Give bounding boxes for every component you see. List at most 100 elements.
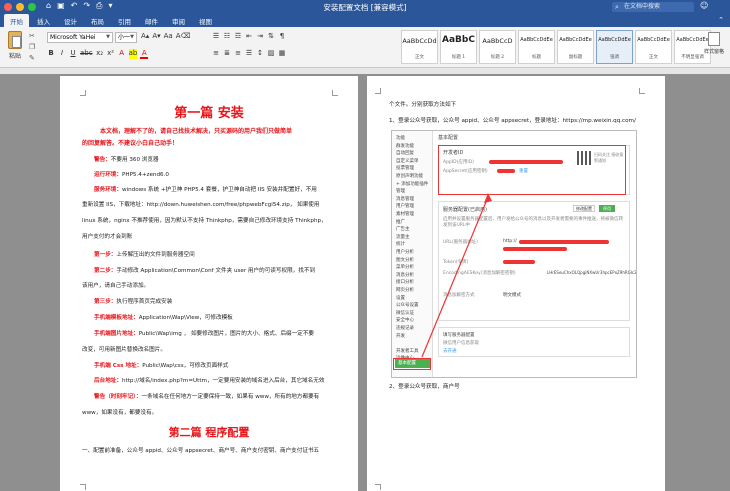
search-icon: ⌕ (615, 3, 619, 11)
crop-mark (80, 90, 86, 96)
clear-format-icon[interactable]: A⌫ (176, 32, 191, 40)
justify-icon[interactable]: ☰ (245, 49, 253, 57)
tab-references[interactable]: 引用 (112, 14, 137, 27)
style-card[interactable]: AaBbC 标题 1 (440, 30, 477, 64)
tab-view[interactable]: 视图 (193, 14, 218, 27)
change-case-icon[interactable]: Aa (164, 32, 173, 40)
shading-icon[interactable]: ▨ (267, 49, 275, 57)
tab-mailings[interactable]: 邮件 (139, 14, 164, 27)
multilevel-list-icon[interactable]: ☲ (234, 32, 242, 40)
borders-icon[interactable]: ▦ (278, 49, 286, 57)
wechat-config-screenshot: 功能 群发功能 自动回复 自定义菜单 投票管理 原创声明功能 + 添加功能插件 管理 消息管理用… (391, 130, 637, 378)
style-card[interactable]: AaBbCcDd 正文 (401, 30, 438, 64)
home-icon[interactable]: ⌂ (46, 1, 51, 11)
collapse-ribbon-icon[interactable]: ⌃ (718, 16, 724, 24)
save-icon[interactable]: ▣ (57, 1, 65, 11)
highlight-icon[interactable]: ab (128, 49, 138, 59)
tab-layout[interactable]: 布局 (85, 14, 110, 27)
print-icon[interactable]: ⎙ (96, 1, 102, 11)
sort-icon[interactable]: ⇅ (267, 32, 275, 40)
style-card[interactable]: AaBbCcDdEe 副标题 (557, 30, 594, 64)
path-text: Application\Wap\View，可修改模板 (138, 315, 233, 321)
strikethrough-icon[interactable]: abc (80, 49, 93, 59)
decrease-indent-icon[interactable]: ⇤ (245, 32, 253, 40)
align-left-icon[interactable]: ≡ (212, 49, 220, 57)
server-line: 重新设置 IIS，下载地址：http://down.huweishen.com/… (82, 202, 320, 208)
styles-pane-button[interactable]: 样式窗格 (703, 32, 725, 55)
shrink-font-icon[interactable]: A▾ (152, 32, 160, 40)
copy-icon[interactable]: ❐ (29, 43, 35, 51)
style-preview: AaBbCcDdEe (598, 37, 631, 43)
warning-text: 不要用 360 浏览器 (110, 157, 159, 163)
window-controls (4, 3, 36, 11)
warning-label: 警告： (94, 157, 111, 163)
zoom-window-button[interactable] (28, 3, 36, 11)
style-preview: AaBbCcDdEe (637, 37, 670, 43)
line-spacing-icon[interactable]: ↕ (256, 49, 264, 57)
env-line: 运行环境：PHP5.4+zend6.0 (94, 170, 169, 178)
tab-insert[interactable]: 插入 (31, 14, 56, 27)
undo-icon[interactable]: ↶ (71, 1, 78, 11)
env-label: 运行环境： (94, 172, 122, 178)
style-name: 标题 (532, 55, 541, 60)
arrow-icon (421, 193, 492, 358)
superscript-icon[interactable]: x² (107, 49, 115, 59)
domain-note-line: www，如果没有，都要没有。 (82, 410, 158, 416)
cut-icon[interactable]: ✂ (29, 32, 35, 40)
document-page-2[interactable]: 个文件。分别获取方法如下 1、登录公众号获取，公众号 appid、公众号 app… (367, 76, 665, 491)
paste-button[interactable]: 粘贴 (5, 31, 25, 60)
crop-mark (80, 484, 86, 490)
step-text: 上传解压出的文件到服务器空间 (116, 252, 195, 258)
font-color-icon[interactable]: A (140, 49, 149, 59)
increase-indent-icon[interactable]: ⇥ (256, 32, 264, 40)
format-painter-icon[interactable]: ✎ (29, 54, 35, 62)
bold-icon[interactable]: B (47, 49, 55, 59)
path-label: 手机端模板地址： (94, 315, 139, 321)
style-preview: AaBbC (442, 35, 475, 45)
numbering-icon[interactable]: ☷ (223, 32, 231, 40)
minimize-window-button[interactable] (16, 3, 24, 11)
style-card[interactable]: AaBbCcDdEe 正文 (635, 30, 672, 64)
path-label: 后台地址： (94, 378, 122, 384)
css-path-line: 手机端 Css 地址：Public\Wap\css，可修改页面样式 (94, 361, 228, 369)
more-icon[interactable]: ▾ (108, 1, 112, 11)
document-page-1[interactable]: 第一篇 安装 本文档，理解不了的，请自己找技术解决，只买源码的用户我们只做简单 … (60, 76, 358, 491)
crop-mark (332, 90, 338, 96)
style-card[interactable]: AaBbCcD 标题 2 (479, 30, 516, 64)
font-name-select[interactable]: Microsoft YaHei ▼ (47, 32, 113, 43)
show-marks-icon[interactable]: ¶ (278, 32, 286, 40)
heading-config: 第二篇 程序配置 (168, 426, 250, 439)
italic-icon[interactable]: I (58, 49, 66, 59)
subscript-icon[interactable]: x₂ (96, 49, 104, 59)
crop-mark (639, 88, 645, 94)
config-intro-line: 一、配置前准备，公众号 appid、公众号 appsecret、商户号、商户支付… (82, 448, 320, 454)
grow-font-icon[interactable]: A▴ (141, 32, 149, 40)
server-line: 服务环境：windows 系统 +护卫神 PHP5.4 套餐，护卫神自动把 II… (94, 185, 317, 193)
tab-home[interactable]: 开始 (4, 14, 29, 27)
crop-mark (375, 484, 381, 490)
intro-line: 的回复解答。不建议小白自己动手！ (82, 140, 179, 147)
clipboard-icon (8, 31, 22, 49)
styles-pane-label: 样式窗格 (703, 49, 724, 55)
align-center-icon[interactable]: ≣ (223, 49, 231, 57)
image-path-line: 改变，可用新图片替换改名图片。 (82, 347, 166, 353)
tab-design[interactable]: 设计 (58, 14, 83, 27)
font-name-value: Microsoft YaHei (50, 34, 96, 41)
heading-install: 第一篇 安装 (174, 106, 244, 121)
step-item-1: 1、登录公众号获取，公众号 appid、公众号 appsecret，登录地址：h… (389, 118, 636, 124)
font-size-select[interactable]: 小一 ▼ (115, 32, 137, 43)
close-window-button[interactable] (4, 3, 12, 11)
paste-label: 粘贴 (8, 53, 21, 60)
underline-icon[interactable]: U (69, 49, 77, 59)
search-input[interactable]: ⌕ 在文档中搜索 (612, 2, 694, 12)
style-card[interactable]: AaBbCcDdEe 强调 (596, 30, 633, 64)
style-card[interactable]: AaBbCcDdEe 标题 (518, 30, 555, 64)
text-effects-icon[interactable]: A (118, 49, 126, 59)
bullets-icon[interactable]: ☰ (212, 32, 220, 40)
styles-pane-icon (708, 32, 720, 46)
tab-review[interactable]: 审阅 (166, 14, 191, 27)
redo-icon[interactable]: ↷ (83, 1, 90, 11)
title-bar: ⌂ ▣ ↶ ↷ ⎙ ▾ 安装配置文档 [兼容模式] ⌕ 在文档中搜索 ☺ (0, 0, 730, 14)
align-right-icon[interactable]: ≡ (234, 49, 242, 57)
account-icon[interactable]: ☺ (700, 1, 708, 10)
